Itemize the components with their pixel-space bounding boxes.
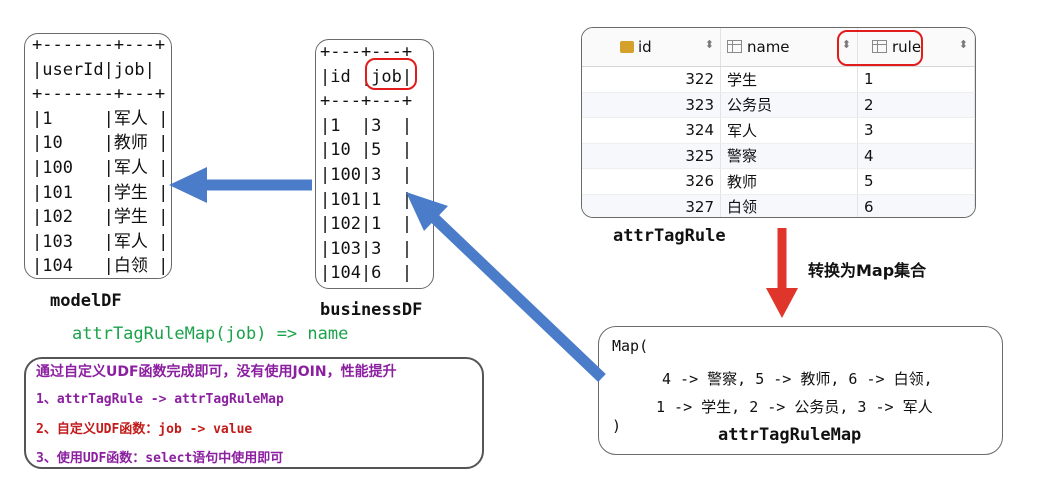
business-df-line: |102|1 | [320, 214, 413, 235]
sort-icon[interactable]: ⬍ [959, 38, 968, 51]
job-highlight-ring [365, 58, 417, 90]
model-df-line: +-------+---+ [32, 84, 166, 105]
model-df-label: modelDF [50, 291, 122, 311]
cell-rule[interactable]: 1 [857, 66, 975, 93]
arrow-rule-to-map [766, 228, 798, 318]
business-df-line: |1 |3 | [320, 115, 413, 136]
business-df-line: |104|6 | [320, 263, 413, 284]
business-df-line: |101|1 | [320, 189, 413, 210]
model-df-ascii: +-------+---+ |userId|job| +-------+---+ |1… [32, 33, 168, 279]
cell-name[interactable]: 教师 [720, 168, 858, 195]
cell-name[interactable]: 白领 [720, 194, 858, 217]
column-icon [727, 40, 742, 53]
note-line-3: 2、自定义UDF函数：job -> value [36, 422, 253, 437]
cell-rule[interactable]: 3 [857, 117, 975, 144]
cell-id[interactable]: 326 [582, 168, 721, 195]
table-row[interactable]: 325 警察 4 [582, 143, 975, 169]
sort-icon[interactable]: ⬍ [705, 38, 714, 51]
note-box: 通过自定义UDF函数完成即可，没有使用JOIN，性能提升 1、attrTagRu… [24, 357, 484, 469]
business-df-line: +---+---+ [320, 91, 413, 112]
business-df-line: |103|3 | [320, 238, 413, 259]
attr-tag-rule-label: attrTagRule [613, 226, 726, 246]
model-df-line: |1 |军人 | [32, 108, 169, 129]
table-row[interactable]: 326 教师 5 [582, 168, 975, 195]
cell-rule[interactable]: 5 [857, 168, 975, 195]
cell-id[interactable]: 327 [582, 194, 721, 217]
table-row[interactable]: 324 军人 3 [582, 117, 975, 144]
business-df-label: businessDF [320, 300, 423, 320]
cell-id[interactable]: 323 [582, 92, 721, 118]
model-df-line: +-------+---+ [32, 35, 166, 55]
mapping-expression: attrTagRuleMap(job) => name [72, 324, 349, 344]
rule-highlight-ring [837, 30, 923, 66]
model-df-line: |103 |军人 | [32, 231, 169, 252]
cell-id[interactable]: 325 [582, 143, 721, 169]
note-line-4: 3、使用UDF函数：select语句中使用即可 [36, 451, 284, 466]
map-line-2: 1 -> 学生, 2 -> 公务员, 3 -> 军人 [656, 398, 933, 416]
model-df-line: |101 |学生 | [32, 182, 169, 203]
model-df-line: |userId|job| [32, 59, 155, 80]
key-icon [620, 41, 634, 53]
business-df-line: |10 |5 | [320, 140, 413, 161]
cell-rule[interactable]: 4 [857, 143, 975, 169]
map-close: ) [612, 417, 622, 435]
cell-id[interactable]: 324 [582, 117, 721, 144]
note-line-2: 1、attrTagRule -> attrTagRuleMap [36, 392, 284, 407]
model-df-line: |10 |教师 | [32, 133, 169, 154]
convert-label: 转换为Map集合 [808, 261, 927, 280]
cell-rule[interactable]: 6 [857, 194, 975, 217]
map-line-1: 4 -> 警察, 5 -> 教师, 6 -> 白领, [662, 370, 933, 388]
model-df-line: |100 |军人 | [32, 157, 169, 178]
table-row[interactable]: 327 白领 6 [582, 194, 975, 217]
column-header-id[interactable]: id ⬍ [582, 28, 721, 67]
cell-name[interactable]: 学生 [720, 66, 858, 93]
cell-rule[interactable]: 2 [857, 92, 975, 118]
map-open: Map( [612, 337, 649, 355]
business-df-line: |100|3 | [320, 164, 413, 185]
arrow-map-to-business [406, 192, 606, 382]
table-row[interactable]: 322 学生 1 [582, 66, 975, 93]
note-line-1: 通过自定义UDF函数完成即可，没有使用JOIN，性能提升 [36, 364, 397, 380]
table-row[interactable]: 323 公务员 2 [582, 92, 975, 118]
cell-name[interactable]: 警察 [720, 143, 858, 169]
cell-id[interactable]: 322 [582, 66, 721, 93]
model-df-line: |102 |学生 | [32, 207, 169, 228]
arrow-business-to-model [169, 167, 312, 203]
cell-name[interactable]: 军人 [720, 117, 858, 144]
cell-name[interactable]: 公务员 [720, 92, 858, 118]
model-df-line: |104 |白领 | [32, 256, 169, 277]
map-label: attrTagRuleMap [718, 425, 862, 445]
